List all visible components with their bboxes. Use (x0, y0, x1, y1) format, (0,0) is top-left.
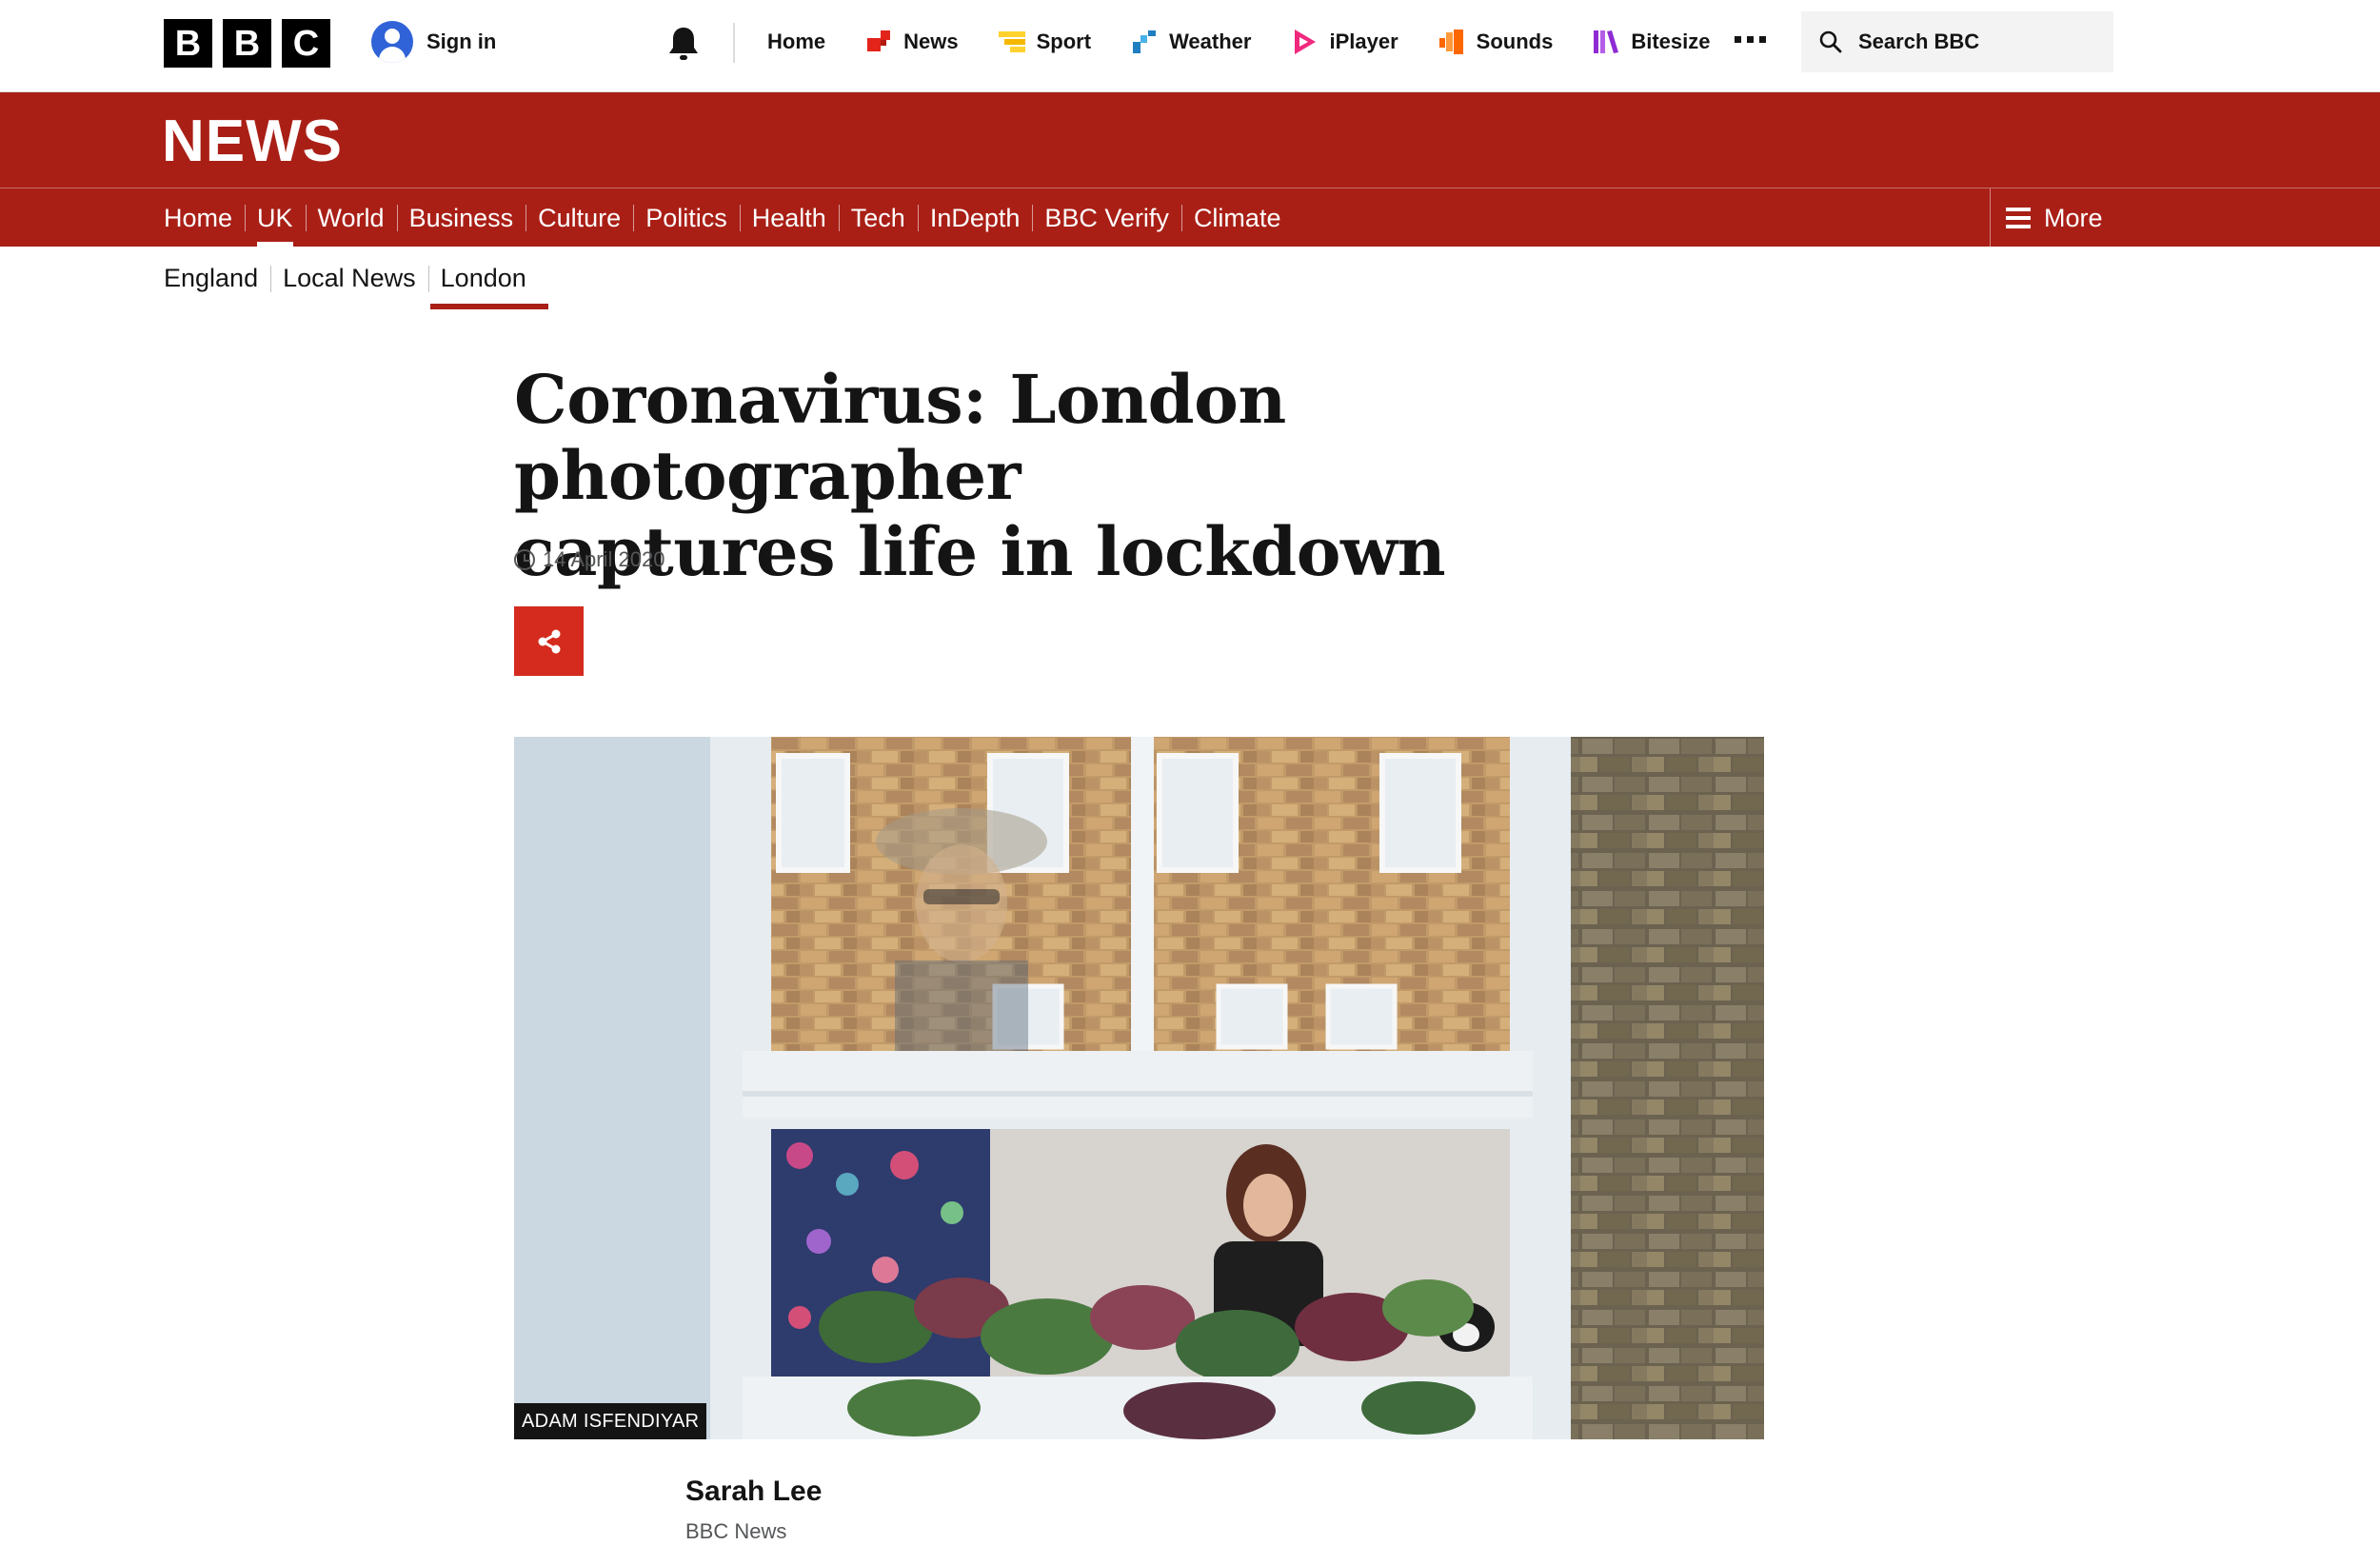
news-nav-item-uk[interactable]: UK (245, 188, 306, 248)
bbc-logo[interactable]: B B C (164, 19, 330, 68)
clock-icon (514, 549, 535, 570)
share-button[interactable] (514, 606, 584, 676)
article-date: 14 April 2020 (543, 547, 665, 571)
sub-nav-item-local-news[interactable]: Local News (270, 250, 428, 306)
global-header: B B C Sign in Home News Sport Weather iP… (0, 0, 2380, 92)
global-nav-label: Sport (1036, 30, 1092, 53)
search-box[interactable]: Search BBC (1801, 11, 2113, 72)
news-nav-more-label: More (2044, 203, 2103, 232)
article-hero-image (514, 737, 1764, 1439)
bitesize-icon (1594, 30, 1619, 53)
news-logo[interactable]: NEWS (162, 108, 343, 175)
local-sub-nav: England Local News London (164, 249, 548, 309)
global-nav-label: News (903, 30, 959, 53)
news-nav-item-business[interactable]: Business (396, 188, 526, 248)
global-nav-label: Bitesize (1631, 30, 1711, 53)
author-name: Sarah Lee (685, 1476, 823, 1507)
sounds-icon (1438, 30, 1463, 54)
news-nav-item-health[interactable]: Health (739, 188, 839, 248)
global-nav-sport[interactable]: Sport (997, 0, 1091, 84)
sub-nav-item-london[interactable]: London (427, 250, 548, 309)
more-menu-icon[interactable] (1735, 36, 1766, 43)
account-icon (371, 21, 413, 63)
image-credit: ADAM ISFENDIYAR (514, 1403, 707, 1439)
bbc-logo-letter: B (223, 19, 271, 68)
notifications-bell-icon[interactable] (666, 25, 701, 63)
article-headline: Coronavirus: London photographer capture… (514, 362, 1752, 590)
global-nav-bitesize[interactable]: Bitesize (1591, 0, 1710, 84)
sport-icon (998, 31, 1025, 52)
news-nav-item-home[interactable]: Home (164, 188, 245, 248)
news-icon (867, 30, 891, 51)
search-label: Search BBC (1858, 30, 1980, 53)
sign-in-label: Sign in (426, 30, 497, 53)
global-nav-label: Sounds (1476, 30, 1554, 53)
share-icon (538, 629, 560, 653)
bbc-logo-letter: C (282, 19, 330, 68)
news-masthead: NEWS (0, 92, 2380, 188)
sub-nav-item-england[interactable]: England (164, 250, 270, 306)
global-nav-label: Weather (1169, 30, 1252, 53)
bbc-logo-letter: B (164, 19, 212, 68)
news-nav-item-politics[interactable]: Politics (633, 188, 740, 248)
lockdown-window-photo (514, 737, 1764, 1439)
news-nav-item-world[interactable]: World (305, 188, 397, 248)
global-nav: Home News Sport Weather iPlayer Sounds B… (767, 0, 1748, 84)
header-divider (733, 23, 735, 63)
news-section-nav: Home UK World Business Culture Politics Health… (0, 188, 2380, 248)
news-section-nav-list: Home UK World Business Culture Politics Health… (164, 188, 1293, 248)
global-nav-sounds[interactable]: Sounds (1437, 0, 1554, 84)
author-organisation: BBC News (685, 1519, 787, 1543)
news-nav-item-indepth[interactable]: InDepth (917, 188, 1033, 248)
news-nav-item-tech[interactable]: Tech (838, 188, 918, 248)
news-nav-item-climate[interactable]: Climate (1180, 188, 1294, 248)
sign-in-button[interactable]: Sign in (371, 21, 496, 63)
global-nav-iplayer[interactable]: iPlayer (1289, 0, 1398, 84)
iplayer-icon (1295, 30, 1317, 54)
news-nav-item-culture[interactable]: Culture (526, 188, 633, 248)
search-icon (1819, 30, 1842, 53)
news-nav-more-button[interactable]: More (1990, 188, 2380, 248)
global-nav-label: Home (767, 30, 826, 53)
news-nav-item-bbc-verify[interactable]: BBC Verify (1032, 188, 1181, 248)
global-nav-home[interactable]: Home (767, 0, 825, 84)
global-nav-news[interactable]: News (863, 0, 959, 84)
global-nav-weather[interactable]: Weather (1129, 0, 1251, 84)
weather-icon (1133, 30, 1157, 53)
article-timestamp: 14 April 2020 (514, 547, 664, 572)
menu-icon (2006, 208, 2031, 228)
headline-line: Coronavirus: London photographer (514, 360, 1286, 515)
global-nav-label: iPlayer (1329, 30, 1398, 53)
